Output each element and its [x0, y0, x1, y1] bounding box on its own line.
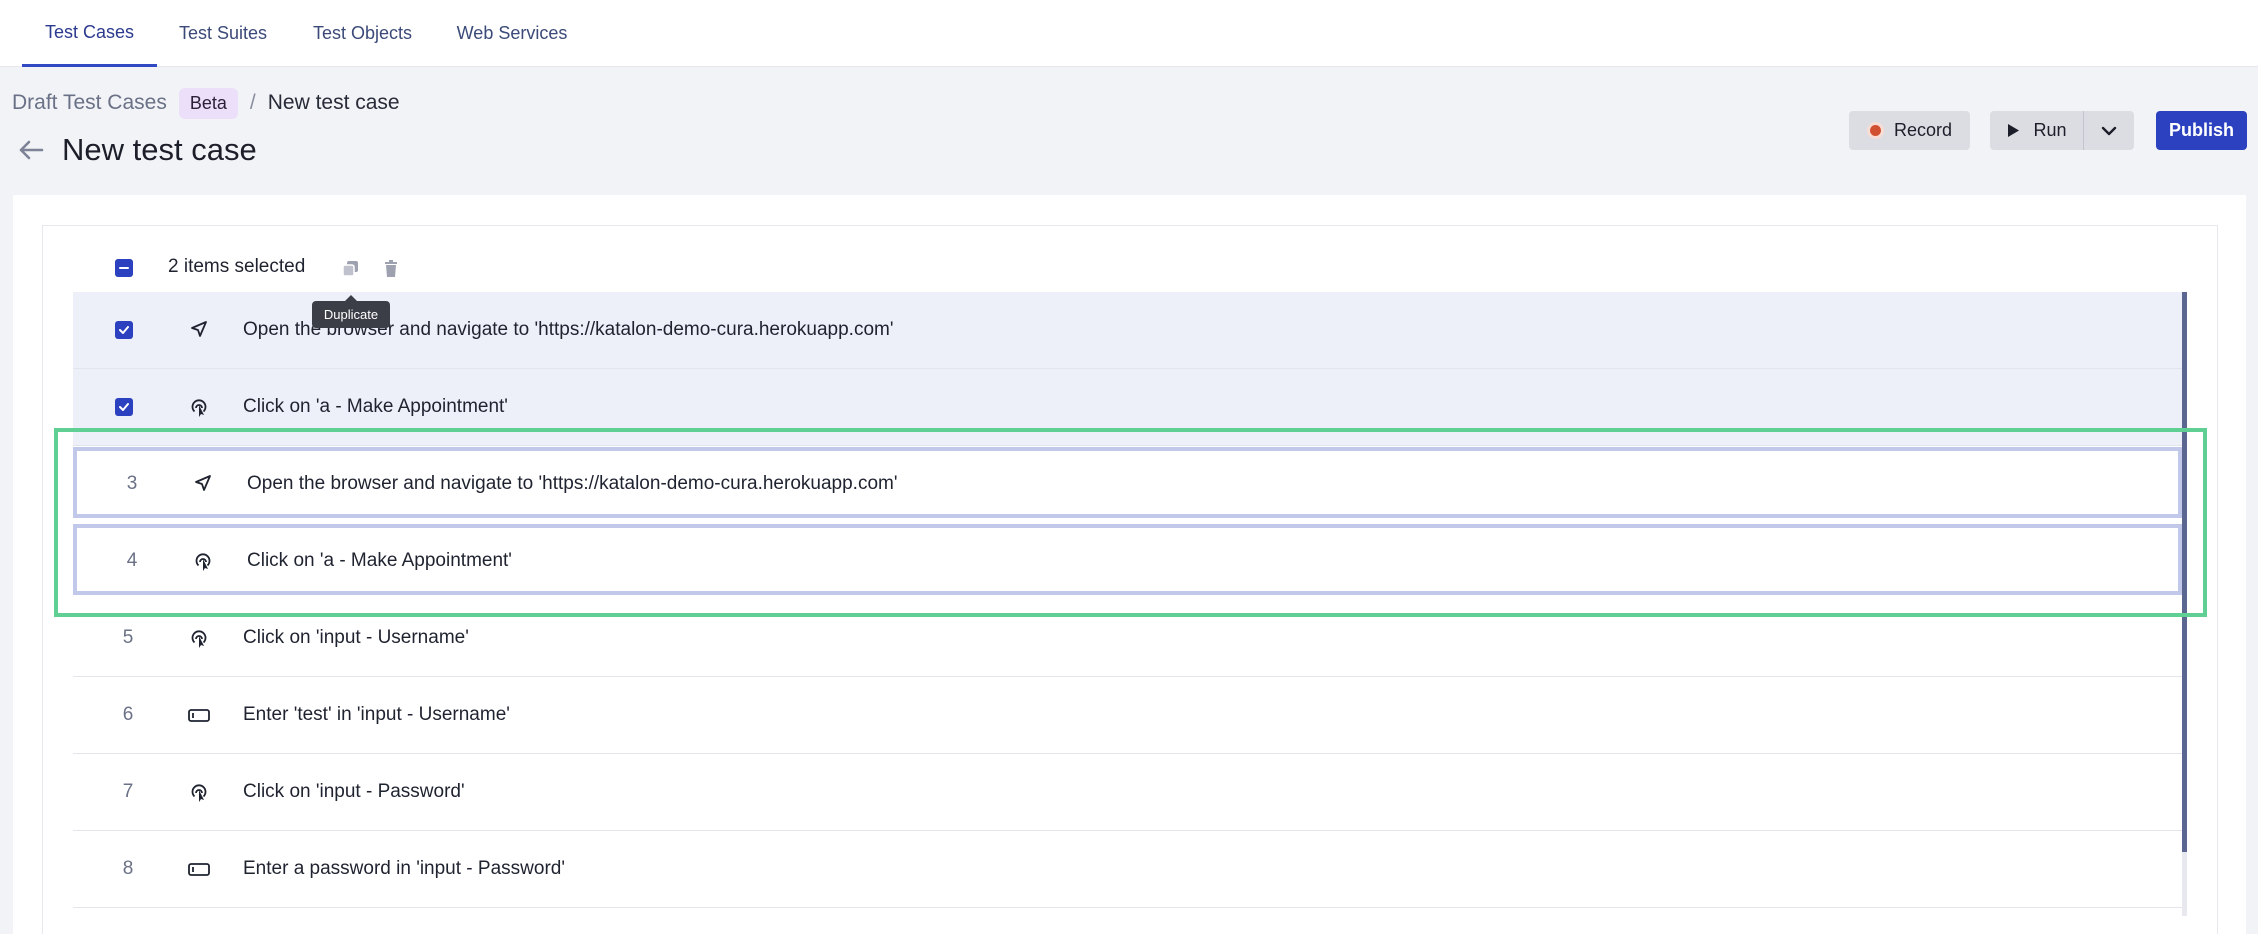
navigate-icon	[191, 321, 207, 337]
step-number: 4	[126, 550, 138, 571]
run-label: Run	[2033, 120, 2067, 140]
record-icon	[1866, 122, 1884, 139]
beta-badge: Beta	[178, 87, 238, 119]
duplicate-icon[interactable]	[340, 258, 362, 280]
click-icon	[195, 553, 211, 571]
click-icon	[191, 784, 207, 802]
delete-icon[interactable]	[380, 258, 402, 280]
step-number: 6	[122, 704, 134, 725]
duplicate-tooltip: Duplicate	[312, 295, 390, 328]
tab-test-cases[interactable]: Test Cases	[22, 0, 157, 67]
breadcrumb-separator: /	[249, 91, 256, 114]
select-all-checkbox[interactable]	[115, 259, 133, 277]
record-label: Record	[1893, 120, 1953, 140]
step-number: 3	[126, 473, 138, 494]
run-button[interactable]: Run	[1990, 111, 2084, 150]
top-nav: Test Cases Test Suites Test Objects Web …	[0, 0, 2258, 67]
tab-web-services[interactable]: Web Services	[446, 0, 578, 67]
page-title: New test case	[62, 132, 257, 167]
check-icon	[119, 403, 129, 411]
input-icon	[188, 709, 210, 722]
click-icon	[191, 630, 207, 648]
step-number: 5	[122, 627, 134, 648]
chevron-down-icon	[2101, 126, 2117, 135]
step-row[interactable]: 6 Enter 'test' in 'input - Username'	[73, 677, 2182, 754]
step-number: 8	[122, 858, 134, 879]
step-row[interactable]: 7 Click on 'input - Password'	[73, 754, 2182, 831]
run-options-button[interactable]	[2084, 111, 2134, 150]
breadcrumb: Draft Test Cases Beta / New test case	[12, 86, 400, 120]
record-button[interactable]: Record	[1849, 111, 1970, 150]
play-icon	[2008, 124, 2020, 137]
breadcrumb-current: New test case	[267, 91, 400, 114]
step-text: Enter a password in 'input - Password'	[243, 858, 565, 879]
step-text: Enter 'test' in 'input - Username'	[243, 704, 510, 725]
step-row[interactable]: 3 Open the browser and navigate to 'http…	[73, 447, 2182, 518]
check-icon	[119, 326, 129, 334]
step-text: Click on 'a - Make Appointment'	[243, 396, 508, 417]
step-row[interactable]: 5 Click on 'input - Username'	[73, 600, 2182, 677]
step-number: 7	[122, 781, 134, 802]
selection-count: 2 items selected	[168, 256, 306, 277]
breadcrumb-draft-test-cases[interactable]: Draft Test Cases	[12, 91, 167, 115]
step-text: Click on 'input - Password'	[243, 781, 465, 802]
navigate-icon	[195, 475, 211, 491]
step-checkbox[interactable]	[115, 398, 133, 416]
click-icon	[191, 399, 207, 417]
scrollbar-thumb[interactable]	[2182, 292, 2187, 852]
step-text: Open the browser and navigate to 'https:…	[247, 473, 898, 494]
step-text: Click on 'input - Username'	[243, 627, 469, 648]
indeterminate-icon	[119, 267, 129, 269]
step-row[interactable]: 8 Enter a password in 'input - Password'	[73, 831, 2182, 908]
step-checkbox[interactable]	[115, 321, 133, 339]
step-row[interactable]: 4 Click on 'a - Make Appointment'	[73, 524, 2182, 595]
run-button-group: Run	[1990, 111, 2134, 150]
tab-test-suites[interactable]: Test Suites	[167, 0, 279, 67]
input-icon	[188, 863, 210, 876]
back-arrow-icon[interactable]	[16, 135, 46, 165]
step-text: Click on 'a - Make Appointment'	[247, 550, 512, 571]
tab-test-objects[interactable]: Test Objects	[300, 0, 425, 67]
step-row[interactable]: Click on 'a - Make Appointment'	[73, 369, 2182, 446]
publish-button[interactable]: Publish	[2156, 111, 2247, 150]
